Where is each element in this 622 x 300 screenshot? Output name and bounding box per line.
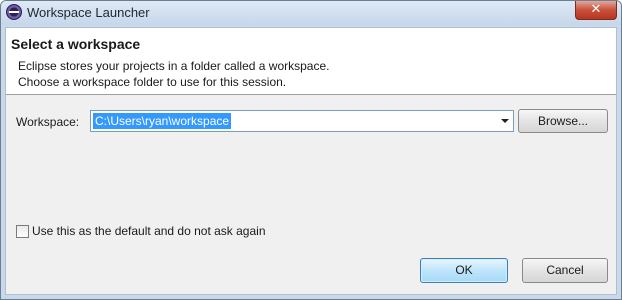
default-workspace-checkbox-label[interactable]: Use this as the default and do not ask a… [32,224,266,238]
ok-button[interactable]: OK [420,258,508,283]
chevron-down-icon[interactable] [501,119,509,123]
workspace-label: Workspace: [16,115,80,129]
dialog-body: Select a workspace Eclipse stores your p… [5,27,617,295]
workspace-path-value[interactable]: C:\Users\ryan\workspace [93,113,232,129]
browse-button[interactable]: Browse... [518,109,608,133]
close-button[interactable]: ✕ [575,1,617,20]
eclipse-icon [6,4,22,20]
banner-title: Select a workspace [11,36,141,52]
default-workspace-checkbox[interactable] [16,225,29,238]
cancel-button[interactable]: Cancel [522,258,608,283]
close-icon: ✕ [590,2,602,17]
window-title: Workspace Launcher [27,5,150,20]
title-bar: Workspace Launcher ✕ [1,1,621,25]
workspace-launcher-window: Workspace Launcher ✕ Select a workspace … [0,0,622,300]
workspace-combobox[interactable]: C:\Users\ryan\workspace [90,110,514,132]
banner-description-line-1: Eclipse stores your projects in a folder… [18,59,330,73]
dialog-banner: Select a workspace Eclipse stores your p… [6,28,616,95]
banner-description-line-2: Choose a workspace folder to use for thi… [18,75,287,89]
